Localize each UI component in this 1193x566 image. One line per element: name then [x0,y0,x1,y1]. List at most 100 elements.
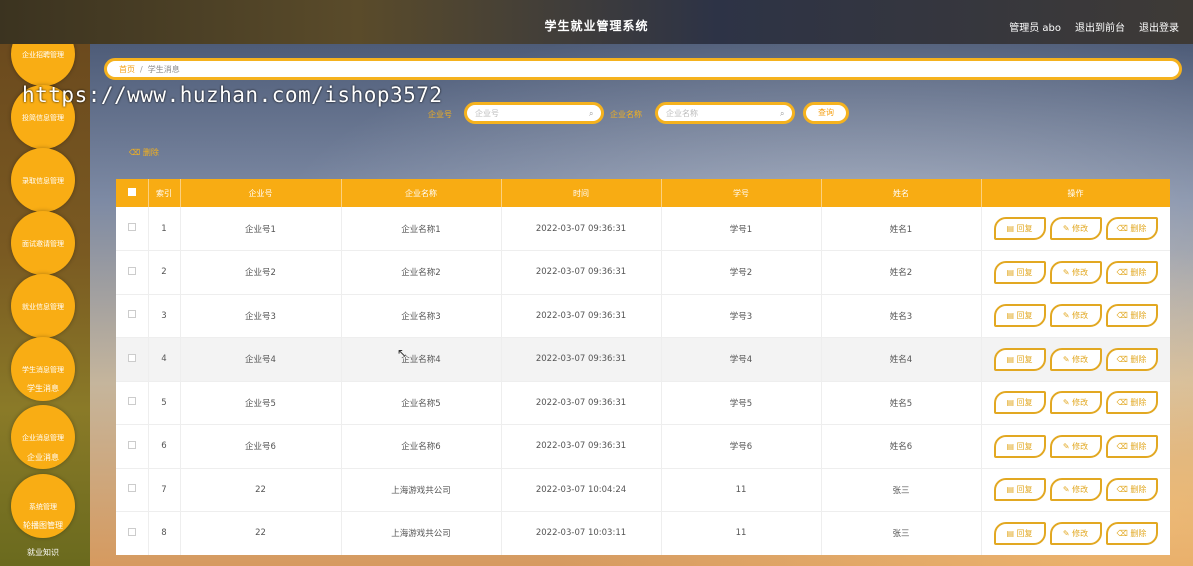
company-name-cell: 上海游戏共公司 [341,468,502,512]
reply-button[interactable]: ▤ 回复 [993,260,1046,284]
sidebar-sub-carousel[interactable]: 轮播图管理 [0,520,86,531]
student-no-cell: 11 [661,468,822,512]
delete-button[interactable]: ⌫ 删除 [1105,521,1158,545]
student-no-cell: 学号1 [661,207,822,251]
reply-icon: ▤ [1006,398,1017,408]
edit-button[interactable]: ✎ 修改 [1049,217,1102,240]
reply-button[interactable]: ▤ 回复 [993,304,1046,328]
watermark-text: https://www.huzhan.com/ishop3572 [22,83,443,107]
row-checkbox-cell [116,468,149,512]
edit-button[interactable]: ✎ 修改 [1049,434,1102,458]
student-no-cell: 11 [661,511,822,555]
company-no-cell: 企业号5 [180,381,342,425]
sidebar-item-company-recruit[interactable]: 企业招聘管理 [11,44,75,86]
select-all-checkbox[interactable] [127,188,136,196]
reply-button[interactable]: ▤ 回复 [993,217,1046,240]
sidebar-item-interview[interactable]: 面试邀请管理 [11,211,75,275]
company-no-cell: 企业号3 [180,294,342,338]
company-no-input[interactable] [464,102,604,124]
delete-button[interactable]: ⌫ 删除 [1105,304,1158,328]
index-cell: 6 [148,424,181,468]
edit-button[interactable]: ✎ 修改 [1049,478,1102,502]
reply-button[interactable]: ▤ 回复 [993,347,1046,371]
trash-icon: ⌫ [1116,224,1131,233]
company-no-cell: 22 [180,511,342,555]
row-checkbox[interactable] [127,353,136,362]
company-name-cell: 企业名称6 [341,424,502,468]
name-cell: 姓名5 [821,381,982,425]
corner-logo-watermark [910,505,1110,555]
time-cell: 2022-03-07 09:36:31 [501,381,662,425]
row-checkbox[interactable] [127,397,136,406]
edit-button[interactable]: ✎ 修改 [1049,391,1102,415]
top-header: 学生就业管理系统 管理员 abo 退出到前台 退出登录 [0,0,1193,44]
header-time: 时间 [501,179,662,207]
row-checkbox[interactable] [127,440,136,449]
query-button[interactable]: 查询 [803,102,849,124]
sidebar-sub-company-msg[interactable]: 企业消息 [0,452,86,463]
reply-icon: ▤ [1006,485,1017,495]
sidebar-sub-knowledge[interactable]: 就业知识 [0,547,86,558]
reply-icon: ▤ [1006,311,1017,321]
header-company-name: 企业名称 [341,179,502,207]
actions-cell: ▤ 回复 ✎ 修改 ⌫ 删除 [981,250,1170,294]
index-cell: 7 [148,468,181,512]
time-cell: 2022-03-07 09:36:31 [501,424,662,468]
row-checkbox[interactable] [127,223,136,231]
edit-icon: ✎ [1062,398,1073,408]
edit-icon: ✎ [1062,311,1073,321]
table-row: 6 企业号6 企业名称6 2022-03-07 09:36:31 学号6 姓名6 ▤ 回复 ✎… [116,424,1170,468]
row-checkbox[interactable] [127,310,136,319]
to-front-link[interactable]: 退出到前台 [1075,19,1125,34]
row-checkbox-cell [116,337,149,381]
row-checkbox[interactable] [127,266,136,275]
delete-button[interactable]: ⌫ 删除 [1105,217,1158,240]
reply-icon: ▤ [1006,354,1017,364]
delete-button[interactable]: ⌫ 删除 [1105,260,1158,284]
company-name-cell: 上海游戏共公司 [341,511,502,555]
logout-link[interactable]: 退出登录 [1139,19,1179,34]
delete-button[interactable]: ⌫ 删除 [1105,478,1158,502]
trash-icon: ⌫ [1116,441,1131,451]
table-header-row: 索引 企业号 企业名称 时间 学号 姓名 操作 [116,179,1170,207]
delete-button[interactable]: ⌫ 删除 [1105,391,1158,415]
header-checkbox-cell [116,179,149,207]
reply-icon: ▤ [1006,441,1017,451]
time-cell: 2022-03-07 10:03:11 [501,511,662,555]
index-cell: 4 [148,337,181,381]
sidebar-item-employment[interactable]: 就业信息管理 [11,274,75,338]
edit-button[interactable]: ✎ 修改 [1049,347,1102,371]
actions-cell: ▤ 回复 ✎ 修改 ⌫ 删除 [981,294,1170,338]
student-no-cell: 学号6 [661,424,822,468]
company-name-input[interactable] [655,102,795,124]
row-checkbox-cell [116,250,149,294]
row-checkbox[interactable] [127,484,136,493]
trash-icon: ⌫ [129,148,143,157]
name-cell: 姓名3 [821,294,982,338]
sidebar-sub-student-msg[interactable]: 学生消息 [0,383,86,394]
header-name: 姓名 [821,179,982,207]
search-icon: ⌕ [780,109,785,118]
edit-icon: ✎ [1062,441,1073,451]
actions-cell: ▤ 回复 ✎ 修改 ⌫ 删除 [981,207,1170,251]
delete-button[interactable]: ⌫ 删除 [1105,347,1158,371]
trash-icon: ⌫ [1116,311,1131,321]
edit-button[interactable]: ✎ 修改 [1049,304,1102,328]
breadcrumb-home[interactable]: 首页 [119,65,135,74]
search-icon: ⌕ [589,109,594,118]
trash-icon: ⌫ [1116,354,1131,364]
sidebar-item-admission[interactable]: 录取信息管理 [11,148,75,212]
breadcrumb-current: 学生消息 [147,65,180,74]
student-no-cell: 学号2 [661,250,822,294]
batch-delete-button[interactable]: ⌫ 删除 [129,147,159,158]
admin-user-label: 管理员 abo [1009,23,1061,34]
time-cell: 2022-03-07 09:36:31 [501,294,662,338]
edit-button[interactable]: ✎ 修改 [1049,260,1102,284]
reply-button[interactable]: ▤ 回复 [993,478,1046,502]
reply-button[interactable]: ▤ 回复 [993,391,1046,415]
edit-icon: ✎ [1062,354,1073,364]
reply-button[interactable]: ▤ 回复 [993,434,1046,458]
row-checkbox[interactable] [127,527,136,536]
table-row: 5 企业号5 企业名称5 2022-03-07 09:36:31 学号5 姓名5 ▤ 回复 ✎… [116,381,1170,425]
delete-button[interactable]: ⌫ 删除 [1105,434,1158,458]
